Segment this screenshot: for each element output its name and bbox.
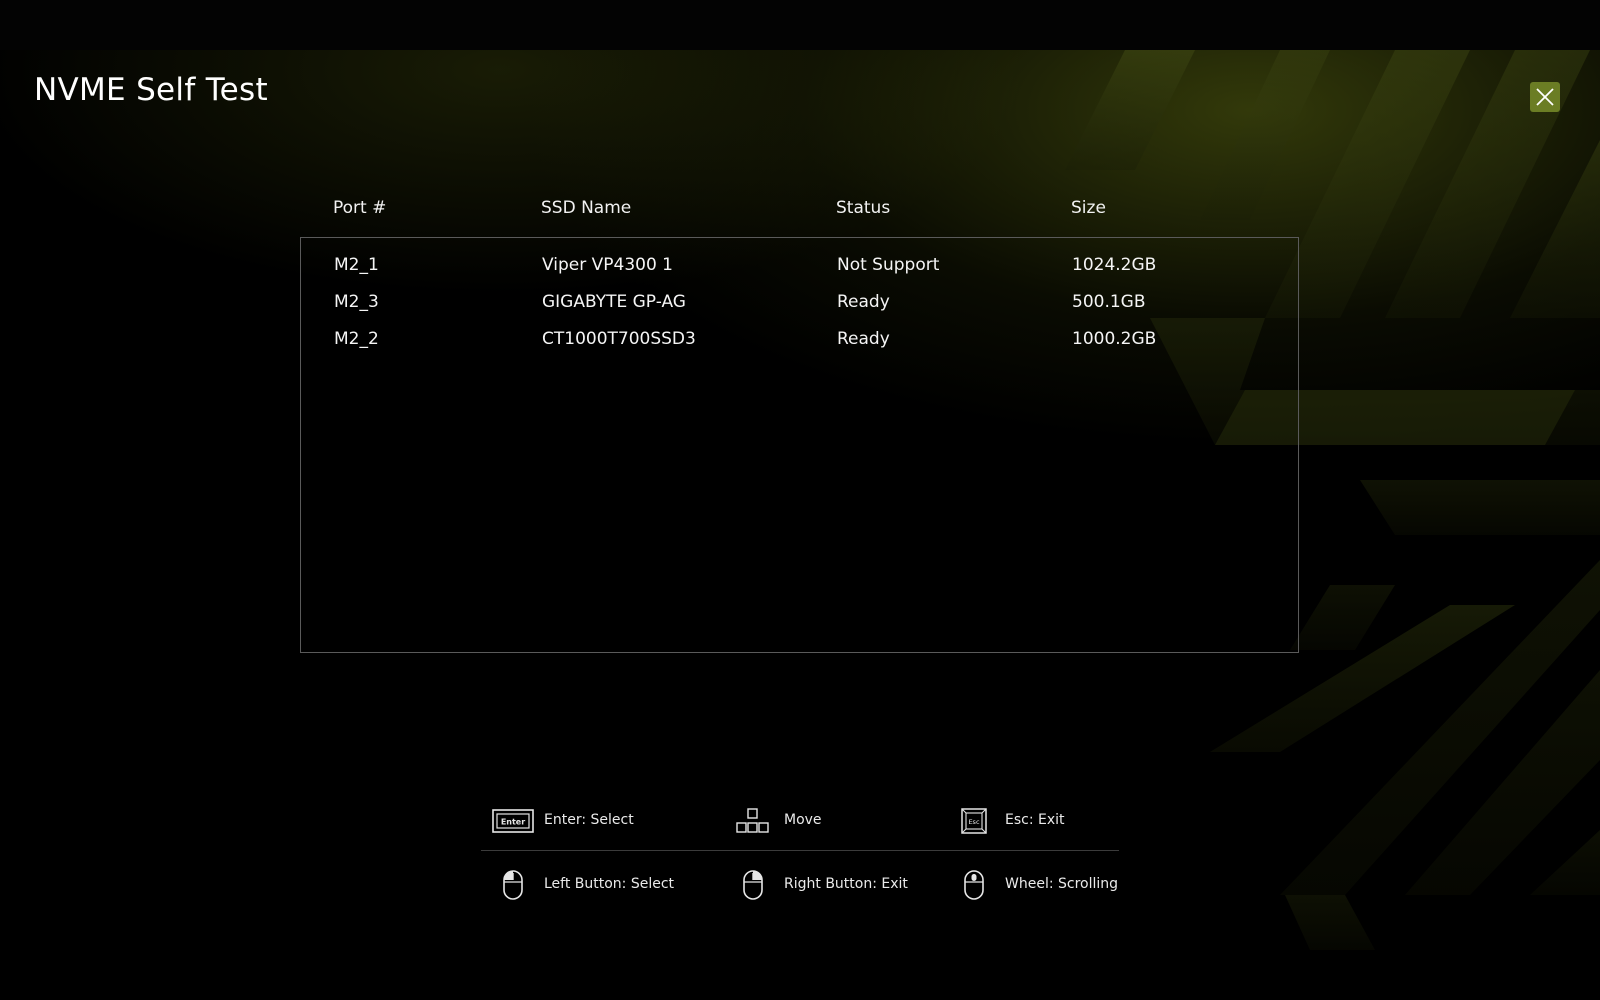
table-row[interactable]: M2_1 Viper VP4300 1 Not Support 1024.2GB xyxy=(301,252,1298,282)
hint-label: Left Button: Select xyxy=(544,876,675,892)
hint-esc-exit: Esc Esc: Exit xyxy=(953,806,1065,836)
esc-key-icon: Esc xyxy=(961,808,987,834)
column-header-port: Port # xyxy=(333,198,387,218)
ssd-table: M2_1 Viper VP4300 1 Not Support 1024.2GB… xyxy=(300,237,1299,653)
hint-divider xyxy=(481,850,1119,851)
cell-port: M2_2 xyxy=(334,329,379,349)
svg-text:Enter: Enter xyxy=(501,818,525,827)
cell-port: M2_3 xyxy=(334,292,379,312)
hint-label: Enter: Select xyxy=(544,812,634,828)
column-header-ssd-name: SSD Name xyxy=(541,198,632,218)
svg-text:Esc: Esc xyxy=(968,818,979,826)
hint-wheel-scrolling: Wheel: Scrolling xyxy=(953,870,1118,900)
top-bar xyxy=(0,0,1600,50)
table-row[interactable]: M2_2 CT1000T700SSD3 Ready 1000.2GB xyxy=(301,326,1298,356)
cell-port: M2_1 xyxy=(334,255,379,275)
hint-enter-select: Enter Enter: Select xyxy=(492,806,634,836)
column-header-status: Status xyxy=(836,198,891,218)
cell-size: 1024.2GB xyxy=(1072,255,1157,275)
mouse-right-icon xyxy=(743,870,763,900)
cell-size: 500.1GB xyxy=(1072,292,1146,312)
table-row[interactable]: M2_3 GIGABYTE GP-AG Ready 500.1GB xyxy=(301,289,1298,319)
mouse-wheel-icon xyxy=(964,870,984,900)
hint-label: Esc: Exit xyxy=(1005,812,1065,828)
cell-status: Ready xyxy=(837,292,890,312)
hint-label: Right Button: Exit xyxy=(784,876,908,892)
arrow-keys-icon xyxy=(736,808,769,833)
cell-status: Not Support xyxy=(837,255,940,275)
cell-ssd-name: Viper VP4300 1 xyxy=(542,255,673,275)
close-button[interactable] xyxy=(1530,82,1560,112)
hint-left-button-select: Left Button: Select xyxy=(492,870,674,900)
nvme-self-test-screen: NVME Self Test Port # SSD Name Status Si… xyxy=(0,0,1600,1000)
cell-status: Ready xyxy=(837,329,890,349)
page-title: NVME Self Test xyxy=(34,72,268,108)
enter-key-icon: Enter xyxy=(492,809,534,833)
cell-ssd-name: GIGABYTE GP-AG xyxy=(542,292,686,312)
column-header-size: Size xyxy=(1071,198,1106,218)
cell-ssd-name: CT1000T700SSD3 xyxy=(542,329,696,349)
close-icon xyxy=(1536,88,1554,106)
mouse-left-icon xyxy=(503,870,523,900)
hint-label: Wheel: Scrolling xyxy=(1005,876,1119,892)
hint-label: Move xyxy=(784,812,822,828)
hint-move: Move xyxy=(732,806,822,836)
cell-size: 1000.2GB xyxy=(1072,329,1157,349)
hint-right-button-exit: Right Button: Exit xyxy=(732,870,908,900)
